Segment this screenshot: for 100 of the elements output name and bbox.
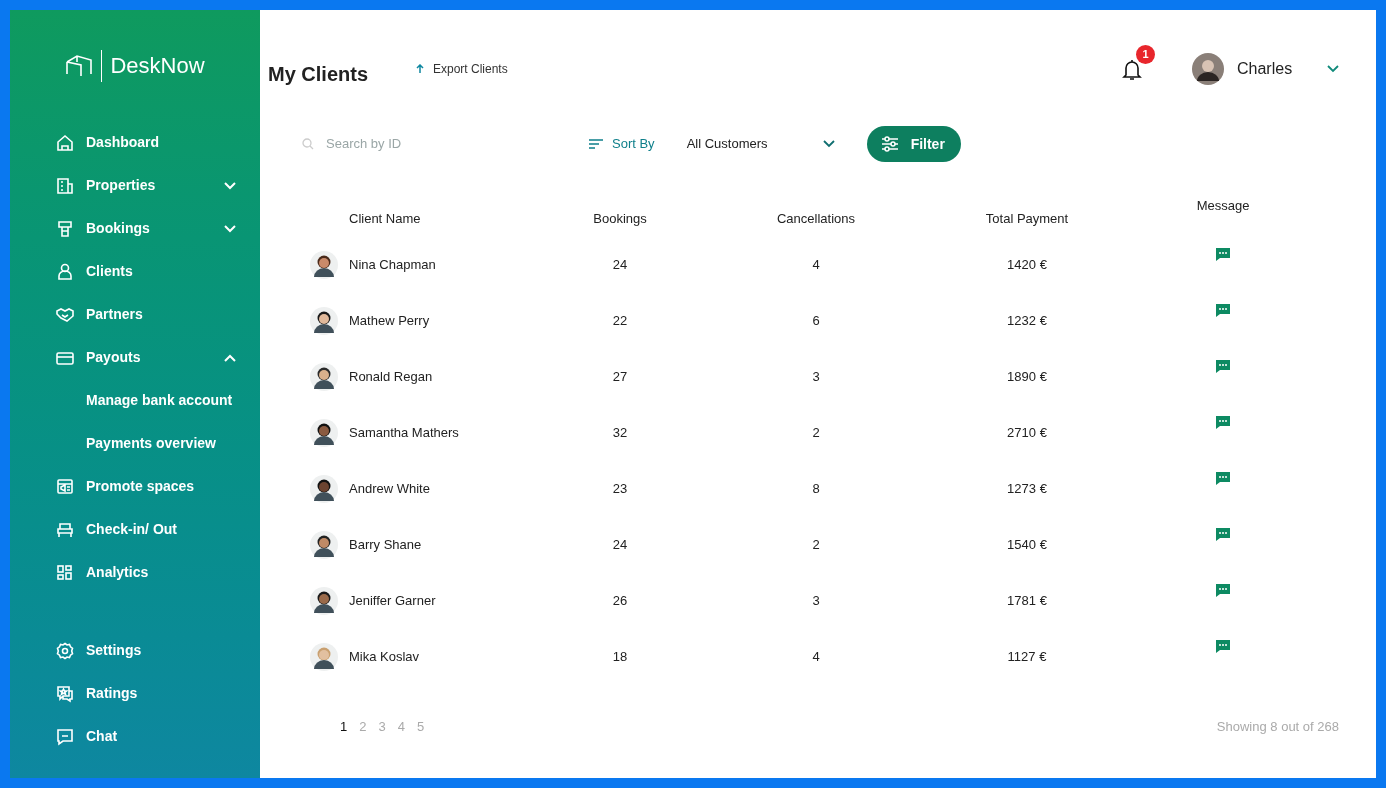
booking-count: 26 [612, 593, 628, 609]
nav-subitem[interactable]: Manage bank account [56, 379, 236, 422]
brand-name: DeskNow [110, 52, 205, 80]
nav-item[interactable]: Promote spaces [56, 465, 236, 508]
message-icon [1215, 414, 1231, 430]
desk-icon [56, 520, 74, 539]
avatar [310, 643, 338, 671]
client-name: Jeniffer Garner [349, 592, 436, 611]
client-name: Mika Koslav [349, 648, 420, 667]
bell-icon [1122, 59, 1142, 81]
notification-button[interactable] [1122, 59, 1142, 81]
total-payment: 2710 € [1007, 425, 1047, 441]
booking-icon [56, 219, 74, 238]
chevron-down-icon [1327, 65, 1339, 73]
sliders-icon [880, 136, 899, 152]
customer-dropdown[interactable]: All Customers [686, 134, 835, 154]
search-input[interactable]: Search by ID [326, 134, 526, 154]
nav-item[interactable]: Partners [56, 293, 236, 336]
nav-item[interactable]: Properties [56, 164, 236, 207]
message-button[interactable] [1215, 526, 1231, 542]
message-icon [1215, 246, 1231, 262]
sort-by-button[interactable]: Sort By [588, 134, 655, 154]
message-icon [1215, 470, 1231, 486]
chevron-down-icon [224, 224, 236, 233]
page-link[interactable]: 1 [340, 717, 348, 737]
nav-item[interactable]: Bookings [56, 207, 236, 250]
filter-button[interactable]: Filter [866, 126, 961, 162]
nav-item[interactable]: Check-in/ Out [56, 508, 236, 551]
avatar [1192, 53, 1224, 85]
booking-count: 24 [612, 537, 628, 553]
client-name: Nina Chapman [349, 256, 436, 275]
avatar [310, 475, 338, 503]
client-name: Barry Shane [349, 536, 422, 555]
chat-icon [56, 727, 74, 746]
cancellation-count: 2 [812, 537, 820, 553]
column-header: Client Name [348, 210, 422, 229]
building-icon [56, 176, 74, 195]
message-button[interactable] [1215, 582, 1231, 598]
booking-count: 32 [612, 425, 628, 441]
nav-item[interactable]: Payouts [56, 336, 236, 379]
total-payment: 1232 € [1007, 313, 1047, 329]
page-link[interactable]: 5 [416, 717, 425, 737]
total-payment: 1420 € [1007, 257, 1047, 273]
avatar [310, 531, 338, 559]
message-button[interactable] [1215, 246, 1231, 262]
avatar [310, 307, 338, 335]
message-button[interactable] [1215, 638, 1231, 654]
nav-item[interactable]: Settings [56, 629, 236, 672]
notification-badge: 1 [1136, 45, 1155, 64]
page-link[interactable]: 3 [378, 717, 386, 737]
results-summary: Showing 8 out of 268 [1216, 718, 1339, 737]
booking-count: 27 [612, 369, 628, 385]
client-name: Mathew Perry [349, 312, 430, 331]
chevron-down-icon [822, 140, 835, 148]
avatar [310, 587, 338, 615]
export-clients-button[interactable]: Export Clients [415, 60, 508, 78]
nav-item[interactable]: Chat [56, 715, 236, 758]
chevron-up-icon [224, 353, 236, 362]
client-name: Andrew White [349, 480, 430, 499]
booking-count: 18 [612, 649, 628, 665]
home-icon [56, 133, 74, 152]
total-payment: 1540 € [1007, 537, 1047, 553]
page-link[interactable]: 2 [359, 717, 367, 737]
total-payment: 1127 € [1007, 649, 1047, 665]
search-field[interactable]: Search by ID [302, 134, 582, 154]
grid-icon [56, 563, 74, 582]
nav-item[interactable]: Ratings [56, 672, 236, 715]
total-payment: 1273 € [1007, 481, 1047, 497]
rating-icon [56, 684, 74, 703]
sort-icon [588, 138, 604, 150]
message-icon [1215, 582, 1231, 598]
message-icon [1215, 358, 1231, 374]
nav-item[interactable]: Analytics [56, 551, 236, 594]
message-button[interactable] [1215, 414, 1231, 430]
nav-subitem[interactable]: Payments overview [56, 422, 236, 465]
page-link[interactable]: 4 [397, 717, 405, 737]
column-header: Message [1195, 197, 1251, 216]
booking-count: 23 [612, 481, 628, 497]
nav-item[interactable]: Dashboard [56, 121, 236, 164]
client-name: Ronald Regan [349, 368, 433, 387]
cancellation-count: 4 [812, 257, 820, 273]
message-button[interactable] [1215, 358, 1231, 374]
message-button[interactable] [1215, 470, 1231, 486]
nav-item[interactable]: Clients [56, 250, 236, 293]
search-icon [302, 138, 314, 150]
total-payment: 1890 € [1007, 369, 1047, 385]
message-icon [1215, 638, 1231, 654]
cancellation-count: 6 [812, 313, 820, 329]
page-title: My Clients [268, 62, 370, 87]
avatar [310, 419, 338, 447]
person-icon [56, 262, 74, 281]
arrow-up-icon [415, 64, 425, 74]
message-button[interactable] [1215, 302, 1231, 318]
cancellation-count: 3 [812, 593, 820, 609]
chevron-down-icon [224, 181, 236, 190]
booking-count: 24 [612, 257, 628, 273]
column-header: Bookings [592, 210, 648, 229]
message-icon [1215, 302, 1231, 318]
user-menu[interactable]: Charles [1192, 53, 1339, 85]
handshake-icon [56, 305, 74, 324]
